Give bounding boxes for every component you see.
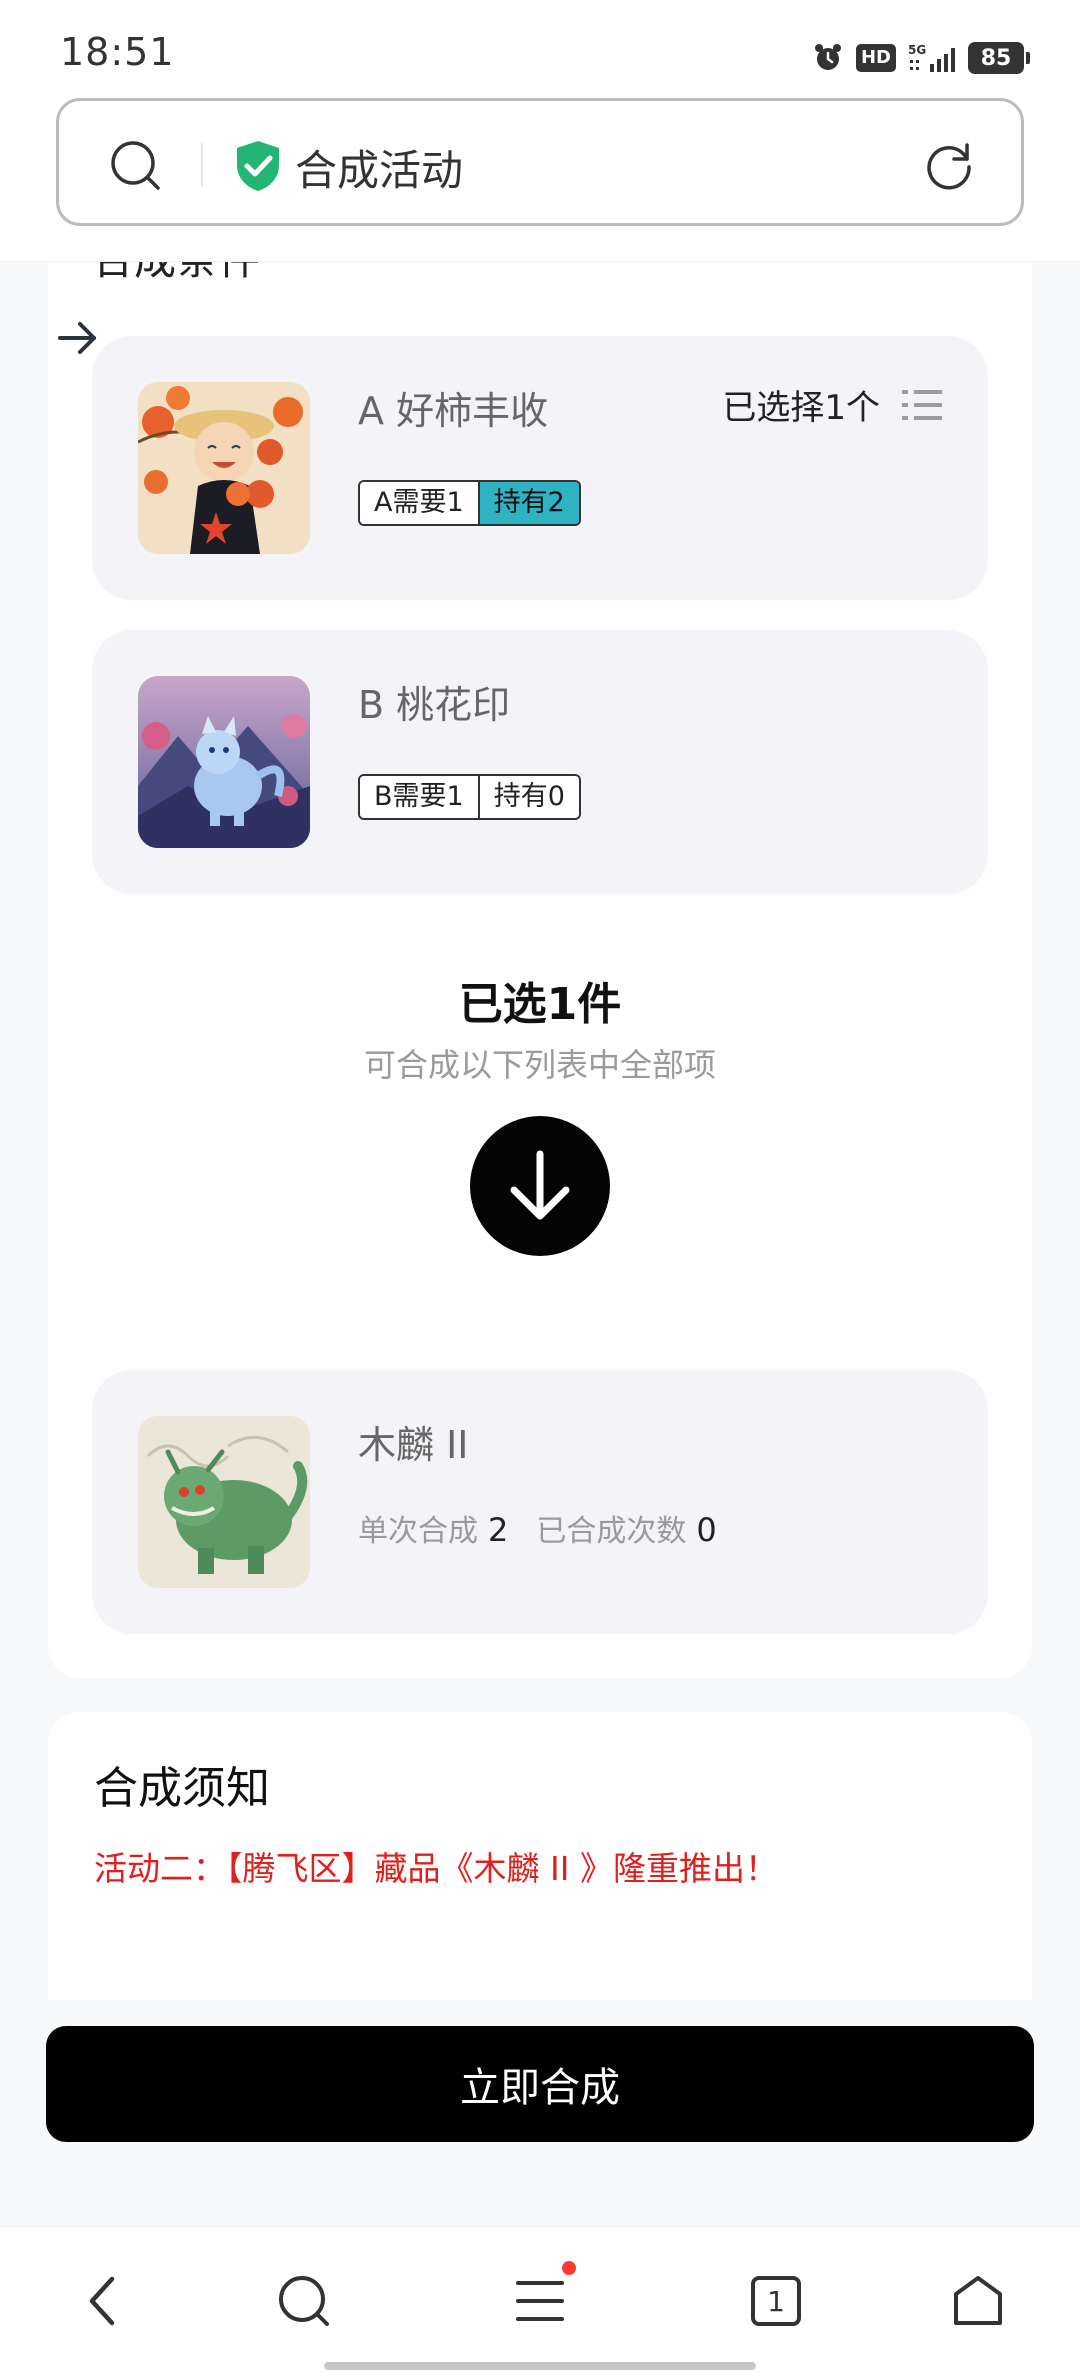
merged-count-value: 0 (696, 1511, 717, 1549)
search-icon (279, 2276, 329, 2326)
browser-top-area: 18:51 HD 5G 85 合成活动 (0, 0, 1080, 262)
status-time: 18:51 (60, 30, 175, 74)
notice-card: 合成须知 活动二：【腾飞区】藏品《木麟 II 》隆重推出！ (48, 1712, 1032, 2032)
status-bar: 18:51 HD 5G 85 (0, 0, 1080, 95)
hd-badge: HD (855, 44, 896, 72)
page-title[interactable]: 合成活动 (295, 137, 463, 198)
nav-back-button[interactable] (70, 2269, 134, 2333)
arrow-down-icon (510, 1150, 570, 1220)
svg-text:5G: 5G (908, 43, 926, 57)
home-indicator (324, 2362, 756, 2370)
need-tag: A需要1 (360, 482, 478, 524)
merge-now-button[interactable]: 立即合成 (46, 2026, 1034, 2142)
item-b-image (138, 676, 310, 848)
need-tag: B需要1 (360, 776, 478, 818)
shield-check-icon[interactable] (233, 139, 283, 193)
owned-tag: 持有0 (477, 776, 579, 818)
list-icon[interactable] (902, 387, 942, 423)
result-stats: 单次合成 2 已合成次数 0 (358, 1506, 735, 1550)
notification-dot (562, 2261, 576, 2275)
browser-bottom-nav: 1 (0, 2226, 1080, 2376)
chevron-left-icon (89, 2276, 115, 2326)
nav-menu-button[interactable] (508, 2261, 576, 2333)
material-card-a[interactable]: A 好柿丰收 已选择1个 A需要1 持有2 (92, 336, 988, 600)
search-icon[interactable] (107, 137, 163, 193)
merged-count-label: 已合成次数 (536, 1514, 687, 1549)
nav-home-button[interactable] (946, 2269, 1010, 2333)
arrow-down-button[interactable] (470, 1116, 610, 1256)
signal-icon: 5G (908, 43, 955, 72)
battery-icon: 85 (968, 42, 1030, 74)
item-a-image (138, 382, 310, 554)
address-bar[interactable]: 合成活动 (56, 98, 1024, 226)
menu-icon (516, 2281, 564, 2321)
selected-total: 已选1件 (458, 979, 622, 1030)
material-card-b[interactable]: B 桃花印 B需要1 持有0 (92, 630, 988, 894)
item-a-tags: A需要1 持有2 (358, 480, 581, 526)
owned-tag: 持有2 (477, 482, 579, 524)
nav-search-button[interactable] (272, 2269, 336, 2333)
notice-text: 活动二：【腾飞区】藏品《木麟 II 》隆重推出！ (94, 1849, 778, 1888)
status-icons: HD 5G 85 (812, 40, 1030, 76)
address-divider (201, 143, 203, 187)
notice-title: 合成须知 (94, 1763, 270, 1814)
home-icon (954, 2276, 1002, 2325)
item-b-tags: B需要1 持有0 (358, 774, 581, 820)
result-name: 木麟 II (358, 1423, 469, 1467)
selected-count-label: 已选择1个 (722, 388, 880, 428)
tab-count: 1 (767, 2284, 785, 2318)
alarm-icon (814, 44, 841, 70)
refresh-icon[interactable] (921, 137, 977, 193)
result-image (138, 1416, 310, 1588)
item-a-name: A 好柿丰收 (358, 389, 549, 433)
single-merge-label: 单次合成 (358, 1514, 478, 1549)
arrow-right-icon[interactable] (56, 316, 100, 360)
item-b-name: B 桃花印 (358, 683, 511, 727)
single-merge-value: 2 (488, 1511, 509, 1549)
nav-tabs-button[interactable]: 1 (744, 2269, 808, 2333)
item-a-selection[interactable]: 已选择1个 (722, 380, 942, 429)
selected-subtitle: 可合成以下列表中全部项 (363, 1046, 716, 1084)
result-card[interactable]: 木麟 II 单次合成 2 已合成次数 0 (92, 1370, 988, 1634)
